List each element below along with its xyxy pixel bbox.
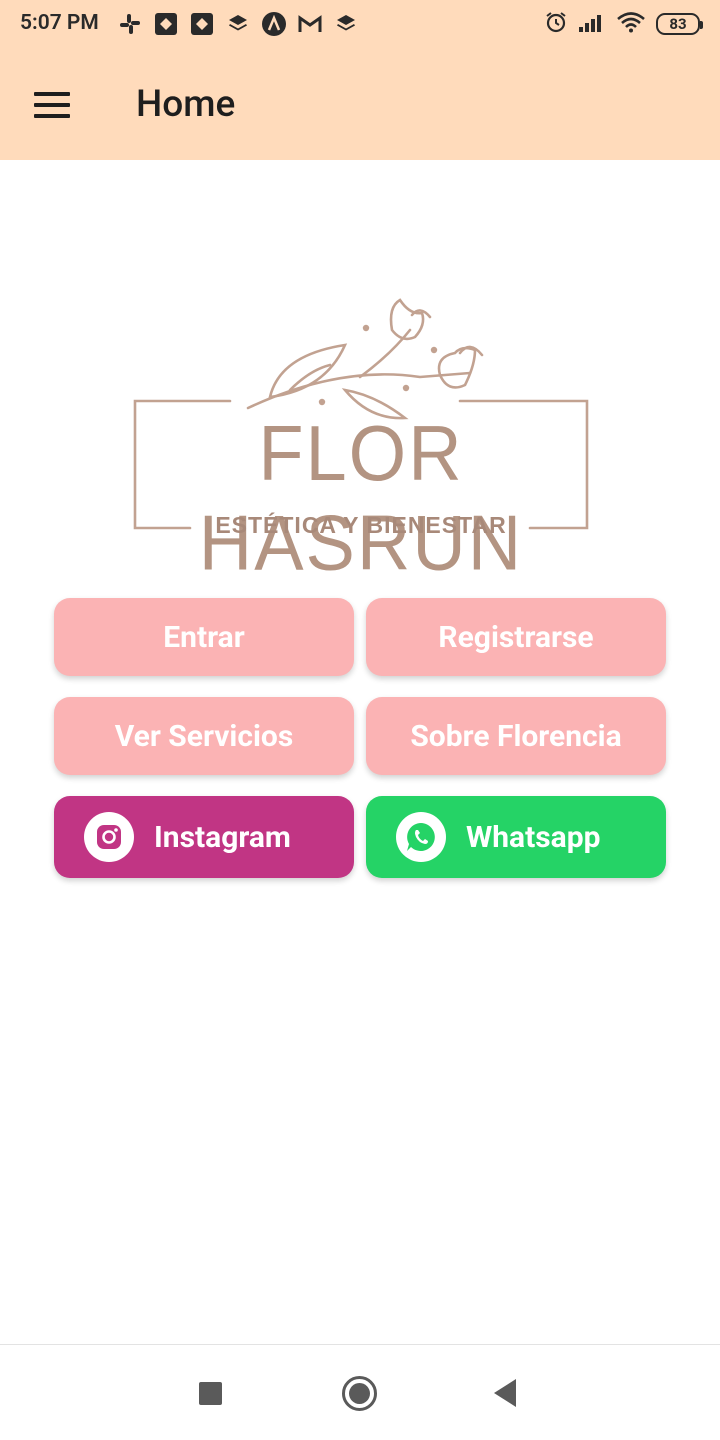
notification-icons <box>116 10 360 38</box>
layers-icon <box>224 10 252 38</box>
whatsapp-label: Whatsapp <box>466 819 601 855</box>
brand-logo: FLOR HASRUN ESTÉTICA Y BIENESTAR <box>130 295 592 586</box>
entrar-button[interactable]: Entrar <box>54 598 354 676</box>
system-navigation-bar <box>0 1344 720 1440</box>
wifi-icon <box>616 11 646 37</box>
app-a-icon <box>260 10 288 38</box>
status-bar: 5:07 PM 83 <box>0 0 720 50</box>
app-bar: Home <box>0 50 720 160</box>
square-recent-apps-icon[interactable] <box>199 1382 222 1405</box>
jira-icon <box>152 10 180 38</box>
whatsapp-button[interactable]: Whatsapp <box>366 796 666 878</box>
status-time: 5:07 PM <box>20 11 99 35</box>
registrarse-button[interactable]: Registrarse <box>366 598 666 676</box>
ver-servicios-button[interactable]: Ver Servicios <box>54 697 354 775</box>
signal-icon <box>578 11 606 37</box>
triangle-back-icon[interactable] <box>494 1379 516 1407</box>
sobre-florencia-button[interactable]: Sobre Florencia <box>366 697 666 775</box>
gmail-icon <box>296 10 324 38</box>
circle-home-icon[interactable] <box>342 1376 377 1411</box>
battery-indicator: 83 <box>656 13 703 35</box>
alarm-icon <box>544 10 568 38</box>
jira-icon <box>188 10 216 38</box>
instagram-label: Instagram <box>154 819 291 855</box>
logo-tagline: ESTÉTICA Y BIENESTAR <box>215 512 507 538</box>
logo-brand-text: FLOR HASRUN <box>198 409 524 587</box>
instagram-icon <box>84 812 134 862</box>
instagram-button[interactable]: Instagram <box>54 796 354 878</box>
hamburger-menu-icon[interactable] <box>28 84 76 126</box>
slack-icon <box>116 10 144 38</box>
whatsapp-icon <box>396 812 446 862</box>
layers-icon <box>332 10 360 38</box>
page-title: Home <box>136 83 236 126</box>
status-right: 83 <box>544 10 703 38</box>
